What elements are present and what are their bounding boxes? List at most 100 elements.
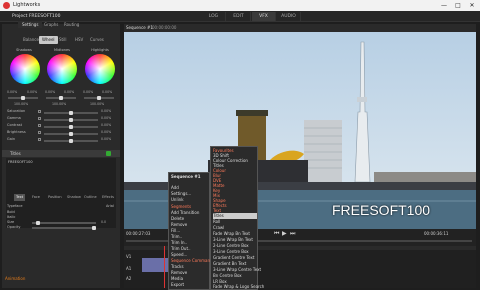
title-text-input[interactable]: FREESOFT100 [6, 158, 116, 228]
midtones-level: 100.00% [52, 102, 67, 106]
midtones-level-slider[interactable] [46, 96, 76, 100]
shadows-label: Shadows [16, 48, 32, 52]
title-overlay-text[interactable]: FREESOFT100 [332, 202, 430, 218]
titles-section-header[interactable]: Titles [2, 150, 120, 157]
bold-label: Bold [7, 210, 15, 214]
shadows-colour-wheel[interactable] [10, 54, 40, 84]
effects-submenu: Favourites 3D Shift Colour Correction Ti… [210, 146, 264, 290]
window-title: Lightworks [13, 2, 41, 8]
effects-panel: Settings Graphs Routing Balance Wheel St… [2, 21, 120, 288]
app-logo-icon [3, 2, 10, 9]
contrast-value: 0.00% [101, 123, 112, 127]
brightness-label: Brightness [7, 130, 26, 134]
tab-effects[interactable]: Effects [100, 194, 116, 201]
highlights-value-b: 0.00% [102, 90, 113, 94]
tab-outline[interactable]: Outline [82, 194, 99, 201]
track-a1-label[interactable]: A1 [126, 266, 131, 271]
gamma-label: Gamma [7, 116, 21, 120]
slider-knob[interactable] [69, 125, 73, 129]
slider-knob[interactable] [69, 118, 73, 122]
brightness-slider[interactable] [44, 132, 98, 136]
tab-settings[interactable]: Settings [18, 21, 43, 28]
tab-hsv[interactable]: HSV [72, 36, 86, 44]
shadows-value-b: 0.00% [27, 90, 38, 94]
sequence-context-menu: Sequence #1 Add Settings... Unlink Segme… [168, 172, 215, 290]
tab-wheel[interactable]: Wheel [39, 36, 58, 44]
slider-knob[interactable] [92, 226, 96, 230]
viewer-header: Sequence #1 00:00:00:00 [124, 24, 476, 32]
step-back-icon[interactable]: ⏮ [274, 230, 279, 238]
shadows-level: 100.00% [14, 102, 29, 106]
contrast-checkbox[interactable] [38, 124, 41, 127]
tab-log[interactable]: LOG [202, 12, 226, 21]
enable-toggle-icon[interactable] [106, 151, 111, 156]
timecode-in: 00:00:27:03 [126, 231, 151, 236]
minimize-button[interactable]: — [437, 0, 451, 11]
contrast-slider[interactable] [44, 125, 98, 129]
gain-label: Gain [7, 137, 16, 141]
submenu-fade-wrap-logo[interactable]: Fade Wrap & Logo Search [213, 284, 264, 290]
close-button[interactable]: ✕ [465, 0, 479, 11]
playhead[interactable] [164, 246, 165, 288]
slider-knob[interactable] [69, 139, 73, 143]
step-forward-icon[interactable]: ⏭ [290, 230, 295, 238]
maximize-button[interactable]: □ [451, 0, 465, 11]
tab-vfx[interactable]: VFX [252, 12, 276, 21]
animation-label[interactable]: Animation [5, 276, 25, 281]
brightness-checkbox[interactable] [38, 131, 41, 134]
saturation-value: 0.00% [101, 109, 112, 113]
gain-checkbox[interactable] [38, 138, 41, 141]
tab-audio[interactable]: AUDIO [277, 12, 301, 21]
menu-item-unlink[interactable]: Unlink [171, 197, 184, 203]
tab-position[interactable]: Position [46, 194, 64, 201]
size-value: 0.0 [101, 220, 107, 224]
typeface-value[interactable]: Arial [106, 204, 114, 208]
gamma-value: 0.00% [101, 116, 112, 120]
midtones-label: Midtones [54, 48, 70, 52]
play-button-icon[interactable]: ▶ [282, 230, 287, 237]
typeface-label: Typeface [7, 204, 23, 208]
gamma-checkbox[interactable] [38, 117, 41, 120]
tab-edit[interactable]: EDIT [227, 12, 251, 21]
shadows-level-slider[interactable] [8, 96, 38, 100]
tab-shadow[interactable]: Shadow [65, 194, 83, 201]
highlights-level: 100.00% [90, 102, 105, 106]
saturation-slider[interactable] [44, 111, 98, 115]
slider-knob[interactable] [69, 111, 73, 115]
tab-routing[interactable]: Routing [60, 21, 83, 28]
opacity-slider[interactable] [32, 226, 96, 230]
slider-knob[interactable] [36, 221, 40, 225]
gamma-slider[interactable] [44, 118, 98, 122]
track-v1-label[interactable]: V1 [126, 254, 131, 259]
viewer-timecode: 00:00:00:00 [152, 25, 177, 30]
highlights-level-slider[interactable] [84, 96, 114, 100]
tab-curves[interactable]: Curves [87, 36, 107, 44]
gain-slider[interactable] [44, 139, 98, 143]
menu-header: Sequence #1 [171, 174, 201, 179]
title-text-value[interactable]: FREESOFT100 [8, 160, 33, 164]
brightness-value: 0.00% [101, 130, 112, 134]
midtones-value-b: 0.00% [64, 90, 75, 94]
slider-knob[interactable] [69, 132, 73, 136]
menu-item-export[interactable]: Export [171, 282, 184, 288]
tab-still[interactable]: Still [56, 36, 69, 44]
sequence-title: Sequence #1 [126, 25, 153, 30]
title-property-tabs: Text Face Position Shadow Outline Effect… [2, 194, 120, 201]
midtones-value-a: 0.00% [45, 90, 56, 94]
size-label: Size [7, 220, 15, 224]
slider-knob[interactable] [21, 96, 25, 100]
highlights-value-a: 0.00% [83, 90, 94, 94]
size-slider[interactable] [32, 221, 96, 225]
tab-face[interactable]: Face [30, 194, 42, 201]
contrast-label: Contrast [7, 123, 22, 127]
opacity-label: Opacity [7, 225, 21, 229]
tab-graphs[interactable]: Graphs [40, 21, 62, 28]
slider-knob[interactable] [97, 96, 101, 100]
midtones-colour-wheel[interactable] [47, 54, 77, 84]
tab-text[interactable]: Text [14, 194, 26, 201]
titles-header-label: Titles [10, 151, 21, 156]
track-a2-label[interactable]: A2 [126, 276, 131, 281]
saturation-checkbox[interactable] [38, 110, 41, 113]
slider-knob[interactable] [59, 96, 63, 100]
highlights-colour-wheel[interactable] [85, 54, 115, 84]
